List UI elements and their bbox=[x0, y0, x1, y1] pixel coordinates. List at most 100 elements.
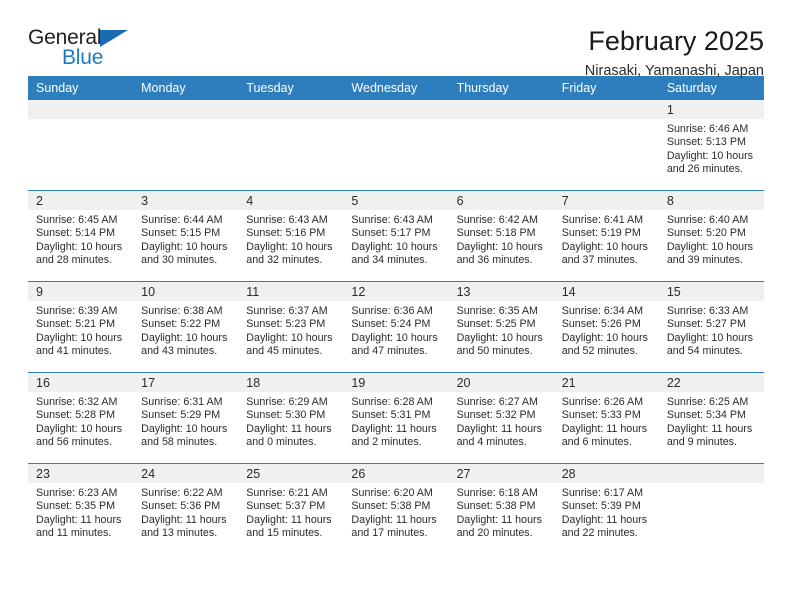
sunset-text: Sunset: 5:26 PM bbox=[561, 318, 641, 331]
daylight-text-line2: and 0 minutes. bbox=[246, 436, 317, 449]
general-blue-logo[interactable]: General Blue bbox=[28, 26, 138, 72]
daylight-text-line1: Daylight: 10 hours bbox=[666, 149, 753, 162]
title-block: February 2025 Nirasaki, Yamanashi, Japan bbox=[585, 26, 764, 81]
daylight-text-line1: Daylight: 10 hours bbox=[246, 240, 333, 253]
calendar-grid: Sunday Monday Tuesday Wednesday Thursday… bbox=[28, 76, 764, 554]
day-cell-empty bbox=[28, 100, 134, 190]
day-number: 4 bbox=[238, 191, 344, 210]
calendar-week-row: 2 Sunrise: 6:45 AM Sunset: 5:14 PM Daylight… bbox=[28, 190, 764, 282]
day-number bbox=[238, 100, 344, 119]
day-number bbox=[448, 100, 554, 119]
sun-info: Sunrise: 6:44 AM Sunset: 5:15 PM Daylight:… bbox=[133, 210, 238, 268]
day-cell-filled: 2 Sunrise: 6:45 AM Sunset: 5:14 PM Daylight… bbox=[28, 191, 134, 281]
calendar-day-cell[interactable]: 20 Sunrise: 6:27 AM Sunset: 5:32 PM Dayligh… bbox=[448, 372, 554, 464]
daylight-text-line2: and 13 minutes. bbox=[141, 527, 218, 540]
calendar-day-cell[interactable]: 6 Sunrise: 6:42 AM Sunset: 5:18 PM Daylight… bbox=[448, 190, 554, 282]
sunset-text: Sunset: 5:31 PM bbox=[351, 409, 431, 422]
calendar-day-cell[interactable] bbox=[133, 100, 239, 191]
sun-info: Sunrise: 6:20 AM Sunset: 5:38 PM Daylight:… bbox=[343, 483, 448, 541]
day-number: 3 bbox=[133, 191, 239, 210]
weekday-header-tuesday: Tuesday bbox=[238, 76, 344, 100]
sunset-text: Sunset: 5:16 PM bbox=[246, 227, 326, 240]
sun-info: Sunrise: 6:45 AM Sunset: 5:14 PM Daylight:… bbox=[28, 210, 133, 268]
day-cell-empty bbox=[238, 100, 344, 190]
daylight-text-line1: Daylight: 11 hours bbox=[36, 513, 122, 526]
daylight-text-line2: and 22 minutes. bbox=[561, 527, 638, 540]
calendar-day-cell[interactable] bbox=[553, 100, 659, 191]
day-cell-empty bbox=[343, 100, 449, 190]
day-number: 13 bbox=[448, 282, 554, 301]
calendar-day-cell[interactable]: 22 Sunrise: 6:25 AM Sunset: 5:34 PM Dayligh… bbox=[658, 372, 764, 464]
logo-text-blue: Blue bbox=[62, 46, 104, 69]
weekday-header-monday: Monday bbox=[133, 76, 239, 100]
sunset-text: Sunset: 5:34 PM bbox=[666, 409, 746, 422]
calendar-day-cell[interactable] bbox=[238, 100, 344, 191]
day-number: 19 bbox=[343, 373, 449, 392]
day-cell-filled: 19 Sunrise: 6:28 AM Sunset: 5:31 PM Dayligh… bbox=[343, 373, 449, 463]
calendar-day-cell[interactable]: 28 Sunrise: 6:17 AM Sunset: 5:39 PM Dayligh… bbox=[553, 463, 659, 554]
day-number: 23 bbox=[28, 464, 134, 483]
calendar-day-cell[interactable]: 25 Sunrise: 6:21 AM Sunset: 5:37 PM Dayligh… bbox=[238, 463, 344, 554]
calendar-day-cell[interactable] bbox=[448, 100, 554, 191]
sunrise-text: Sunrise: 6:26 AM bbox=[561, 396, 644, 408]
calendar-day-cell[interactable]: 10 Sunrise: 6:38 AM Sunset: 5:22 PM Dayligh… bbox=[133, 281, 239, 373]
day-cell-filled: 18 Sunrise: 6:29 AM Sunset: 5:30 PM Dayligh… bbox=[238, 373, 344, 463]
sunset-text: Sunset: 5:21 PM bbox=[36, 318, 116, 331]
sunrise-text: Sunrise: 6:39 AM bbox=[36, 305, 118, 317]
calendar-day-cell[interactable]: 4 Sunrise: 6:43 AM Sunset: 5:16 PM Daylight… bbox=[238, 190, 344, 282]
sun-info: Sunrise: 6:43 AM Sunset: 5:17 PM Daylight:… bbox=[343, 210, 448, 268]
sun-info: Sunrise: 6:32 AM Sunset: 5:28 PM Daylight:… bbox=[28, 392, 133, 450]
calendar-day-cell[interactable] bbox=[658, 463, 764, 554]
day-cell-filled: 26 Sunrise: 6:20 AM Sunset: 5:38 PM Dayligh… bbox=[343, 464, 449, 554]
calendar-day-cell[interactable]: 24 Sunrise: 6:22 AM Sunset: 5:36 PM Dayligh… bbox=[133, 463, 239, 554]
sunrise-text: Sunrise: 6:35 AM bbox=[456, 305, 538, 317]
sun-info: Sunrise: 6:25 AM Sunset: 5:34 PM Daylight:… bbox=[659, 392, 764, 450]
calendar-day-cell[interactable]: 13 Sunrise: 6:35 AM Sunset: 5:25 PM Dayligh… bbox=[448, 281, 554, 373]
calendar-day-cell[interactable]: 14 Sunrise: 6:34 AM Sunset: 5:26 PM Dayligh… bbox=[553, 281, 659, 373]
calendar-day-cell[interactable] bbox=[28, 100, 134, 191]
calendar-day-cell[interactable]: 23 Sunrise: 6:23 AM Sunset: 5:35 PM Dayligh… bbox=[28, 463, 134, 554]
sunrise-text: Sunrise: 6:33 AM bbox=[666, 305, 749, 317]
day-cell-filled: 8 Sunrise: 6:40 AM Sunset: 5:20 PM Daylight… bbox=[658, 191, 764, 281]
calendar-day-cell[interactable]: 11 Sunrise: 6:37 AM Sunset: 5:23 PM Dayligh… bbox=[238, 281, 344, 373]
calendar-day-cell[interactable]: 19 Sunrise: 6:28 AM Sunset: 5:31 PM Dayligh… bbox=[343, 372, 449, 464]
calendar-day-cell[interactable]: 2 Sunrise: 6:45 AM Sunset: 5:14 PM Daylight… bbox=[28, 190, 134, 282]
day-number bbox=[343, 100, 449, 119]
calendar-day-cell[interactable]: 5 Sunrise: 6:43 AM Sunset: 5:17 PM Daylight… bbox=[343, 190, 449, 282]
calendar-day-cell[interactable]: 3 Sunrise: 6:44 AM Sunset: 5:15 PM Daylight… bbox=[133, 190, 239, 282]
calendar-day-cell[interactable]: 7 Sunrise: 6:41 AM Sunset: 5:19 PM Daylight… bbox=[553, 190, 659, 282]
calendar-day-cell[interactable]: 1 Sunrise: 6:46 AM Sunset: 5:13 PM Daylight… bbox=[658, 100, 764, 191]
calendar-day-cell[interactable]: 16 Sunrise: 6:32 AM Sunset: 5:28 PM Dayligh… bbox=[28, 372, 134, 464]
calendar-day-cell[interactable]: 26 Sunrise: 6:20 AM Sunset: 5:38 PM Dayligh… bbox=[343, 463, 449, 554]
calendar-day-cell[interactable]: 12 Sunrise: 6:36 AM Sunset: 5:24 PM Dayligh… bbox=[343, 281, 449, 373]
sun-info: Sunrise: 6:17 AM Sunset: 5:39 PM Daylight:… bbox=[554, 483, 659, 541]
day-cell-filled: 11 Sunrise: 6:37 AM Sunset: 5:23 PM Dayligh… bbox=[238, 282, 344, 372]
calendar-day-cell[interactable]: 27 Sunrise: 6:18 AM Sunset: 5:38 PM Dayligh… bbox=[448, 463, 554, 554]
day-cell-empty bbox=[448, 100, 554, 190]
calendar-day-cell[interactable]: 15 Sunrise: 6:33 AM Sunset: 5:27 PM Dayligh… bbox=[658, 281, 764, 373]
calendar-day-cell[interactable]: 9 Sunrise: 6:39 AM Sunset: 5:21 PM Daylight… bbox=[28, 281, 134, 373]
day-cell-empty bbox=[133, 100, 239, 190]
day-number: 11 bbox=[238, 282, 344, 301]
sunset-text: Sunset: 5:17 PM bbox=[351, 227, 431, 240]
day-cell-filled: 23 Sunrise: 6:23 AM Sunset: 5:35 PM Dayligh… bbox=[28, 464, 134, 554]
daylight-text-line1: Daylight: 10 hours bbox=[561, 240, 648, 253]
calendar-day-cell[interactable] bbox=[343, 100, 449, 191]
calendar-day-cell[interactable]: 8 Sunrise: 6:40 AM Sunset: 5:20 PM Daylight… bbox=[658, 190, 764, 282]
calendar-day-cell[interactable]: 17 Sunrise: 6:31 AM Sunset: 5:29 PM Dayligh… bbox=[133, 372, 239, 464]
sunrise-text: Sunrise: 6:38 AM bbox=[141, 305, 223, 317]
day-number: 16 bbox=[28, 373, 134, 392]
sunrise-text: Sunrise: 6:37 AM bbox=[246, 305, 328, 317]
calendar-day-cell[interactable]: 18 Sunrise: 6:29 AM Sunset: 5:30 PM Dayligh… bbox=[238, 372, 344, 464]
day-number: 21 bbox=[553, 373, 659, 392]
sunrise-text: Sunrise: 6:32 AM bbox=[36, 396, 118, 408]
day-number bbox=[28, 100, 134, 119]
calendar-day-cell[interactable]: 21 Sunrise: 6:26 AM Sunset: 5:33 PM Dayligh… bbox=[553, 372, 659, 464]
day-cell-filled: 16 Sunrise: 6:32 AM Sunset: 5:28 PM Dayligh… bbox=[28, 373, 134, 463]
day-number: 18 bbox=[238, 373, 344, 392]
daylight-text-line1: Daylight: 10 hours bbox=[666, 331, 753, 344]
daylight-text-line2: and 34 minutes. bbox=[351, 254, 428, 267]
calendar-week-row: 23 Sunrise: 6:23 AM Sunset: 5:35 PM Dayligh… bbox=[28, 463, 764, 554]
day-number: 14 bbox=[553, 282, 659, 301]
day-number: 15 bbox=[658, 282, 764, 301]
